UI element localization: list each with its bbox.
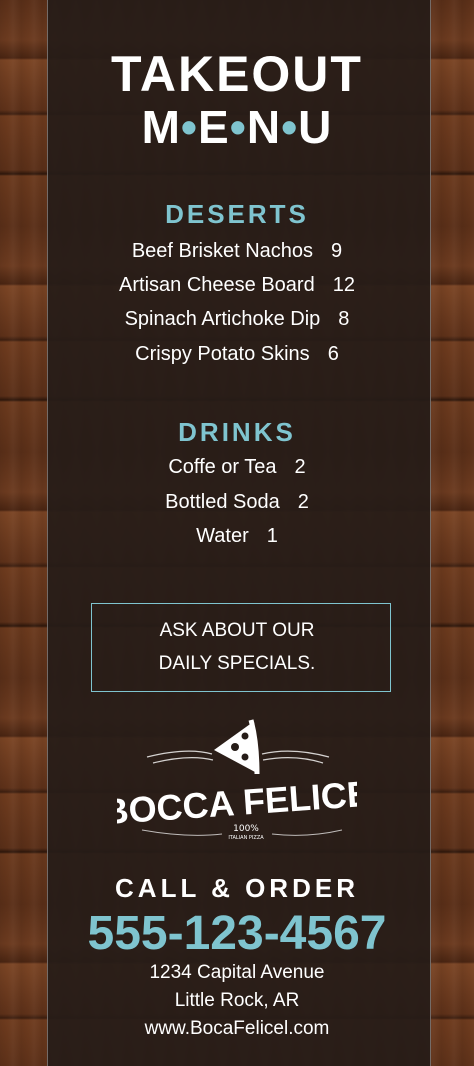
item-name: Coffe or Tea bbox=[168, 456, 277, 478]
item-name: Crispy Potato Skins bbox=[135, 343, 310, 365]
menu-item: Crispy Potato Skins 6 bbox=[0, 343, 474, 366]
drinks-heading: DRINKS bbox=[178, 417, 296, 447]
title-dot: • bbox=[281, 101, 299, 153]
bocca-felice-logo: BOCCA FELICE 100% ITALIAN PIZZA bbox=[117, 719, 357, 841]
title-dot: • bbox=[229, 101, 247, 153]
title-letter: E bbox=[198, 101, 230, 153]
title-dot: • bbox=[180, 101, 199, 153]
menu-item: Artisan Cheese Board 12 bbox=[0, 274, 474, 297]
call-order-label: CALL & ORDER bbox=[115, 873, 359, 903]
specials-line2: DAILY SPECIALS. bbox=[158, 653, 316, 674]
menu-item: Bottled Soda 2 bbox=[0, 491, 474, 514]
pizza-slice-icon bbox=[214, 719, 260, 775]
menu-item: Coffe or Tea 2 bbox=[0, 456, 474, 479]
item-price: 6 bbox=[327, 343, 339, 365]
phone-number[interactable]: 555-123-4567 bbox=[0, 906, 474, 961]
title-letter: U bbox=[298, 101, 333, 153]
specials-line1: ASK ABOUT OUR bbox=[159, 620, 315, 641]
item-name: Bottled Soda bbox=[165, 491, 280, 513]
address-line1: 1234 Capital Avenue bbox=[149, 962, 325, 983]
logo-percent: 100% bbox=[233, 824, 259, 834]
item-name: Beef Brisket Nachos bbox=[131, 240, 314, 262]
item-price: 1 bbox=[266, 525, 278, 547]
website-link[interactable]: www.BocaFelicel.com bbox=[0, 1018, 474, 1040]
item-price: 2 bbox=[294, 456, 306, 478]
title-letter: N bbox=[246, 101, 282, 153]
item-name: Water bbox=[196, 525, 249, 547]
logo-tagline: ITALIAN PIZZA bbox=[228, 835, 264, 841]
item-name: Artisan Cheese Board bbox=[119, 274, 315, 296]
item-name: Spinach Artichoke Dip bbox=[124, 308, 321, 330]
menu-item: Beef Brisket Nachos 9 bbox=[0, 240, 474, 263]
menu-item: Spinach Artichoke Dip 8 bbox=[0, 308, 474, 331]
address-line2: Little Rock, AR bbox=[174, 990, 300, 1011]
item-price: 12 bbox=[332, 274, 355, 296]
menu-item: Water 1 bbox=[0, 525, 474, 548]
item-price: 9 bbox=[331, 240, 343, 262]
specials-box bbox=[91, 603, 391, 692]
menu-title-line2: M•E•N•U bbox=[0, 100, 474, 154]
title-letter: M bbox=[141, 101, 181, 153]
menu-title-line1: TAKEOUT bbox=[111, 46, 363, 102]
item-price: 8 bbox=[338, 308, 350, 330]
deserts-heading: DESERTS bbox=[165, 199, 309, 229]
item-price: 2 bbox=[297, 491, 309, 513]
